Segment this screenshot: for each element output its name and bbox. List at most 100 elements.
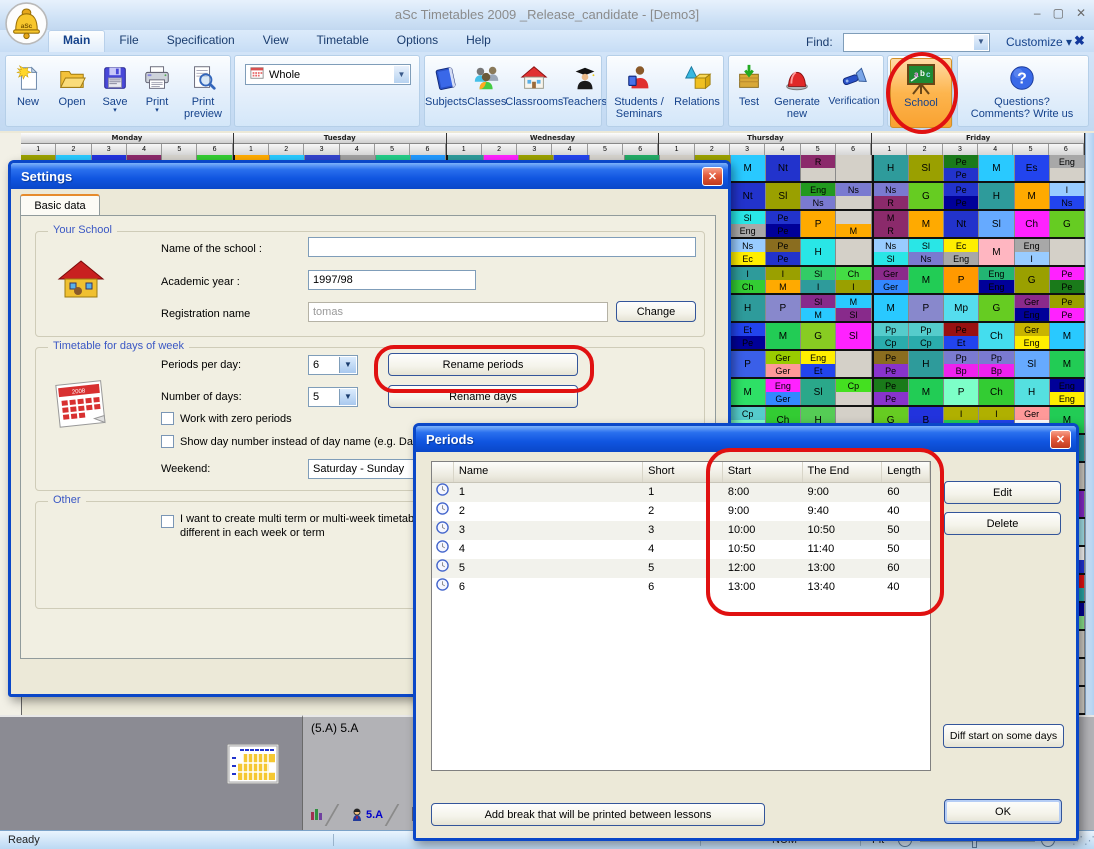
lesson-cell[interactable]: PePe [766,239,801,265]
edit-button[interactable]: Edit [944,481,1061,504]
lesson-cell[interactable]: Es [1015,155,1050,181]
lesson-cell[interactable]: ICh [731,267,766,293]
school-button[interactable]: abc School [890,58,952,128]
period-header[interactable]: 5 [801,144,836,155]
lesson-cell[interactable]: P [801,211,836,237]
period-row[interactable]: 5512:0013:0060 [432,559,930,578]
lesson-cell[interactable]: Ns [836,183,871,209]
lesson-cell[interactable]: H [1015,379,1050,405]
period-header[interactable]: 5 [588,144,623,155]
lesson-cell[interactable]: EngEng [979,267,1014,293]
students-seminars-button[interactable]: Students / Seminars [607,58,671,121]
lesson-cell[interactable]: M [1050,351,1085,377]
lesson-cell[interactable]: PePe [1050,267,1085,293]
lesson-cell[interactable]: Nt [944,211,979,237]
period-header[interactable]: 1 [872,144,907,155]
lesson-cell[interactable]: M [909,379,944,405]
lesson-cell[interactable]: G [909,183,944,209]
period-header[interactable]: 3 [304,144,339,155]
lesson-cell[interactable]: P [731,351,766,377]
lesson-cell[interactable]: G [1050,211,1085,237]
settings-close-button[interactable]: ✕ [702,167,723,186]
period-header[interactable]: 6 [197,144,232,155]
lesson-cell[interactable]: MSl [836,295,871,321]
mini-timetable-icon[interactable] [227,744,279,787]
questions-button[interactable]: ? Questions? Comments? Write us [958,58,1086,121]
lesson-cell[interactable]: GerGer [872,267,909,293]
period-header[interactable]: 4 [552,144,587,155]
lesson-cell[interactable]: H [979,183,1014,209]
period-header[interactable]: 6 [836,144,871,155]
lesson-cell[interactable]: Sl [1015,351,1050,377]
lesson-cell[interactable]: SlNs [909,239,944,265]
lesson-cell[interactable]: GerEng [1015,295,1050,321]
chart-tab-icon[interactable] [311,808,323,823]
settings-dialog-titlebar[interactable]: Settings [11,163,728,189]
maximize-button[interactable]: ▢ [1053,6,1064,20]
academic-year-input[interactable]: 1997/98 [308,270,476,290]
lesson-cell[interactable]: H [801,239,836,265]
period-header[interactable]: 4 [340,144,375,155]
lesson-cell[interactable] [836,155,871,181]
rename-days-button[interactable]: Rename days [388,385,578,408]
relations-button[interactable]: Relations [671,58,723,108]
close-button[interactable]: ✕ [1076,6,1086,20]
lesson-cell[interactable]: NsR [872,183,909,209]
period-header[interactable]: 2 [695,144,730,155]
lesson-cell[interactable]: P [944,267,979,293]
lesson-cell[interactable]: M [979,239,1014,265]
lesson-cell[interactable]: EngI [1015,239,1050,265]
period-header[interactable]: 5 [1013,144,1048,155]
lesson-cell[interactable]: EngNs [801,183,836,209]
period-header[interactable]: 4 [127,144,162,155]
lesson-cell[interactable]: MR [872,211,909,237]
period-header[interactable]: 6 [1049,144,1084,155]
day-number-checkbox[interactable] [161,435,174,448]
period-header[interactable]: 1 [659,144,694,155]
lesson-cell[interactable]: PpBp [944,351,979,377]
period-header[interactable]: 4 [765,144,800,155]
tab-view[interactable]: View [249,30,303,52]
lesson-cell[interactable]: M [836,211,871,237]
print-preview-button[interactable]: Print preview [178,58,228,121]
lesson-cell[interactable]: R [801,155,836,181]
column-header-length[interactable]: Length [882,462,930,482]
lesson-cell[interactable]: M [731,155,766,181]
lesson-cell[interactable]: PePe [944,183,979,209]
save-dropdown-icon[interactable]: ▾ [113,108,117,113]
lesson-cell[interactable]: PePe [766,211,801,237]
lesson-cell[interactable]: H [909,351,944,377]
customize-button[interactable]: Customize ▾ [1006,35,1072,49]
lesson-cell[interactable]: G [979,295,1014,321]
class-tab-5a[interactable]: 5.A [351,808,383,822]
lesson-cell[interactable]: M [731,379,766,405]
period-header[interactable]: 3 [92,144,127,155]
tab-main[interactable]: Main [48,30,105,52]
lesson-cell[interactable]: EtPe [731,323,766,349]
period-header[interactable]: 6 [410,144,445,155]
lesson-cell[interactable]: PpCp [909,323,944,349]
test-button[interactable]: Test [729,58,769,108]
lesson-cell[interactable]: IM [766,267,801,293]
classes-button[interactable]: Classes [467,58,506,108]
lesson-cell[interactable]: H [731,295,766,321]
subjects-button[interactable]: Subjects [425,58,467,108]
lesson-cell[interactable]: M [1015,183,1050,209]
verification-button[interactable]: Verification [825,58,883,108]
lesson-cell[interactable]: Eng [1050,155,1085,181]
rename-periods-button[interactable]: Rename periods [388,353,578,376]
lesson-cell[interactable]: M [909,211,944,237]
period-header[interactable]: 2 [907,144,942,155]
teachers-button[interactable]: Teachers [562,58,607,108]
periods-dialog-titlebar[interactable]: Periods [416,426,1076,452]
view-mode-dropdown-arrow-icon[interactable]: ▼ [394,66,409,83]
lesson-cell[interactable]: PePe [1050,295,1085,321]
lesson-cell[interactable]: Sl [979,211,1014,237]
period-header[interactable]: 1 [21,144,56,155]
lesson-cell[interactable]: PePe [944,155,979,181]
period-header[interactable]: 1 [234,144,269,155]
column-header-icon[interactable] [432,462,454,482]
number-of-days-select[interactable]: 5▼ [308,387,358,407]
lesson-cell[interactable]: NsSl [872,239,909,265]
print-dropdown-icon[interactable]: ▾ [155,108,159,113]
